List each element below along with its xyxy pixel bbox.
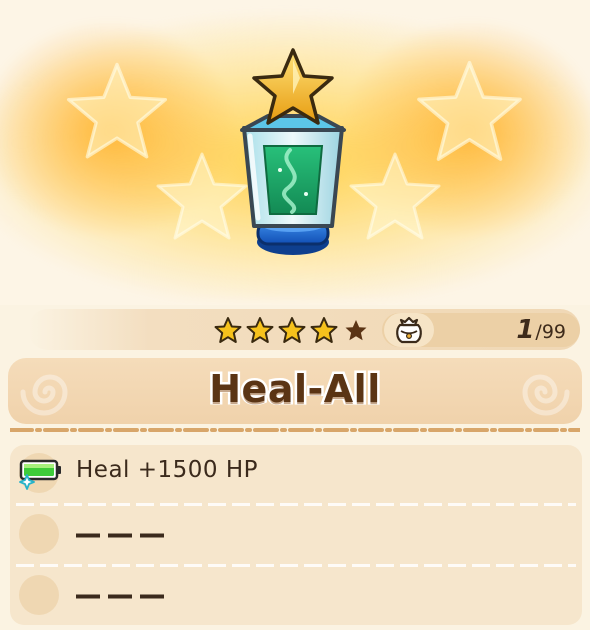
item-max-count: /99 — [535, 321, 566, 343]
rarity-stars — [214, 317, 367, 343]
dashed-divider — [10, 428, 580, 432]
rarity-star-filled-icon — [246, 317, 274, 343]
item-count: 1 — [516, 315, 534, 345]
bag-circle — [384, 313, 434, 347]
empty-effect-placeholder — [76, 533, 164, 538]
empty-slot-icon — [19, 575, 59, 615]
battery-heal-icon — [19, 459, 61, 490]
heal-all-potion-icon — [240, 48, 346, 255]
rarity-star-filled-icon — [310, 317, 338, 343]
rarity-star-empty-icon — [345, 320, 367, 341]
effect-row — [10, 567, 582, 625]
item-showcase — [0, 0, 590, 305]
background-star-icon — [349, 152, 441, 240]
rarity-star-filled-icon — [278, 317, 306, 343]
effect-row: Heal +1500 HP — [10, 445, 582, 503]
effect-text: Heal +1500 HP — [76, 457, 259, 483]
inventory-count-badge: 1 /99 — [382, 313, 580, 347]
effects-panel: Heal +1500 HP — [10, 445, 582, 625]
effect-row — [10, 506, 582, 564]
item-name: Heal-All — [207, 365, 383, 414]
rarity-star-filled-icon — [214, 317, 242, 343]
empty-effect-placeholder — [76, 594, 164, 599]
item-name-banner: Heal-All — [8, 358, 582, 424]
empty-slot-icon — [19, 514, 59, 554]
item-bag-icon — [396, 316, 422, 344]
